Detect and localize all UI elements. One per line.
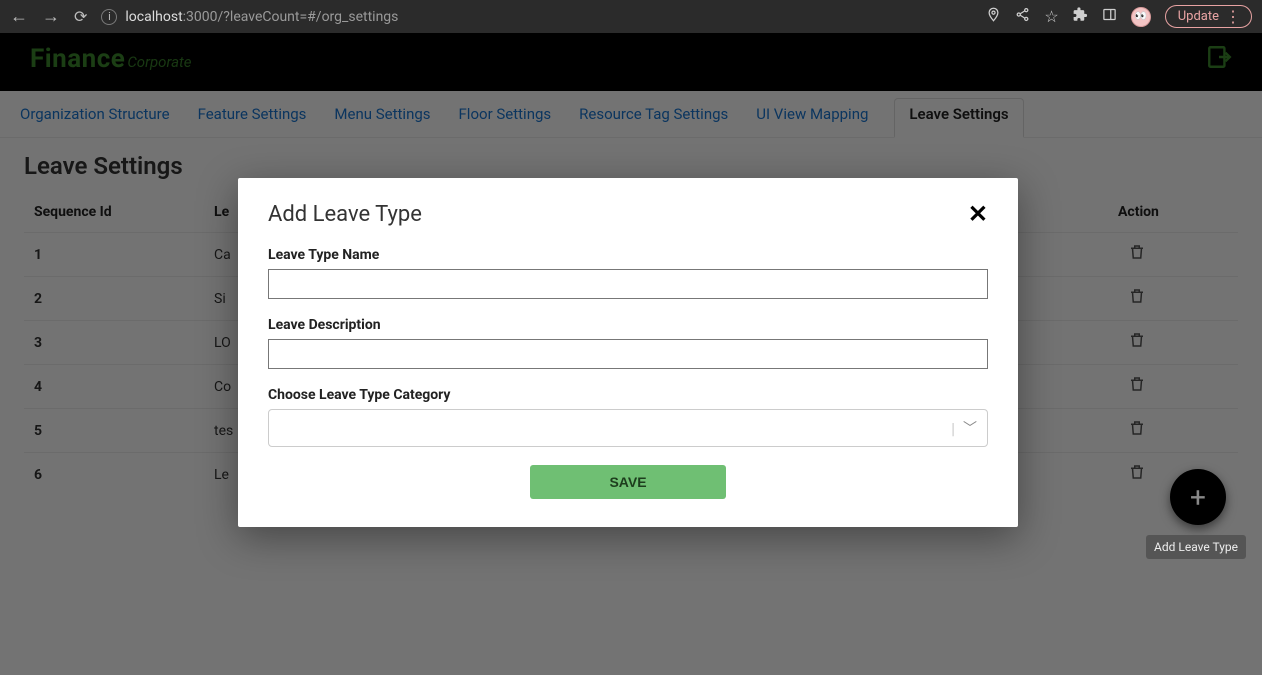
fab-tooltip: Add Leave Type xyxy=(1146,535,1246,559)
browser-update-button[interactable]: Update ⋮ xyxy=(1165,5,1252,28)
back-icon[interactable]: ← xyxy=(10,6,28,27)
leave-category-label: Choose Leave Type Category xyxy=(268,387,988,403)
panel-icon[interactable] xyxy=(1102,7,1117,26)
share-icon[interactable] xyxy=(1015,7,1030,26)
add-leave-type-fab[interactable]: + xyxy=(1170,469,1226,525)
address-bar[interactable]: i localhost:3000/?leaveCount=#/org_setti… xyxy=(101,9,986,25)
leave-type-name-label: Leave Type Name xyxy=(268,247,988,263)
update-label: Update xyxy=(1178,9,1219,24)
forward-icon[interactable]: → xyxy=(42,6,60,27)
browser-chrome: ← → ⟳ i localhost:3000/?leaveCount=#/org… xyxy=(0,0,1262,33)
chevron-down-icon: ﹀ xyxy=(963,418,977,438)
location-icon[interactable] xyxy=(986,7,1001,26)
leave-description-input[interactable] xyxy=(268,339,988,369)
url-text: localhost:3000/?leaveCount=#/org_setting… xyxy=(125,9,398,25)
profile-avatar[interactable]: 👀 xyxy=(1131,7,1151,27)
site-info-icon[interactable]: i xyxy=(101,9,117,25)
modal-title: Add Leave Type xyxy=(268,202,422,227)
save-button[interactable]: SAVE xyxy=(530,465,726,499)
close-icon[interactable]: ✕ xyxy=(968,200,988,229)
reload-icon[interactable]: ⟳ xyxy=(74,7,87,26)
leave-category-select[interactable]: | ﹀ xyxy=(268,409,988,447)
add-leave-type-modal: Add Leave Type ✕ Leave Type Name Leave D… xyxy=(238,178,1018,527)
extensions-icon[interactable] xyxy=(1073,7,1088,26)
leave-description-label: Leave Description xyxy=(268,317,988,333)
leave-type-name-input[interactable] xyxy=(268,269,988,299)
bookmark-icon[interactable]: ☆ xyxy=(1044,7,1058,26)
select-separator: | xyxy=(951,419,955,438)
